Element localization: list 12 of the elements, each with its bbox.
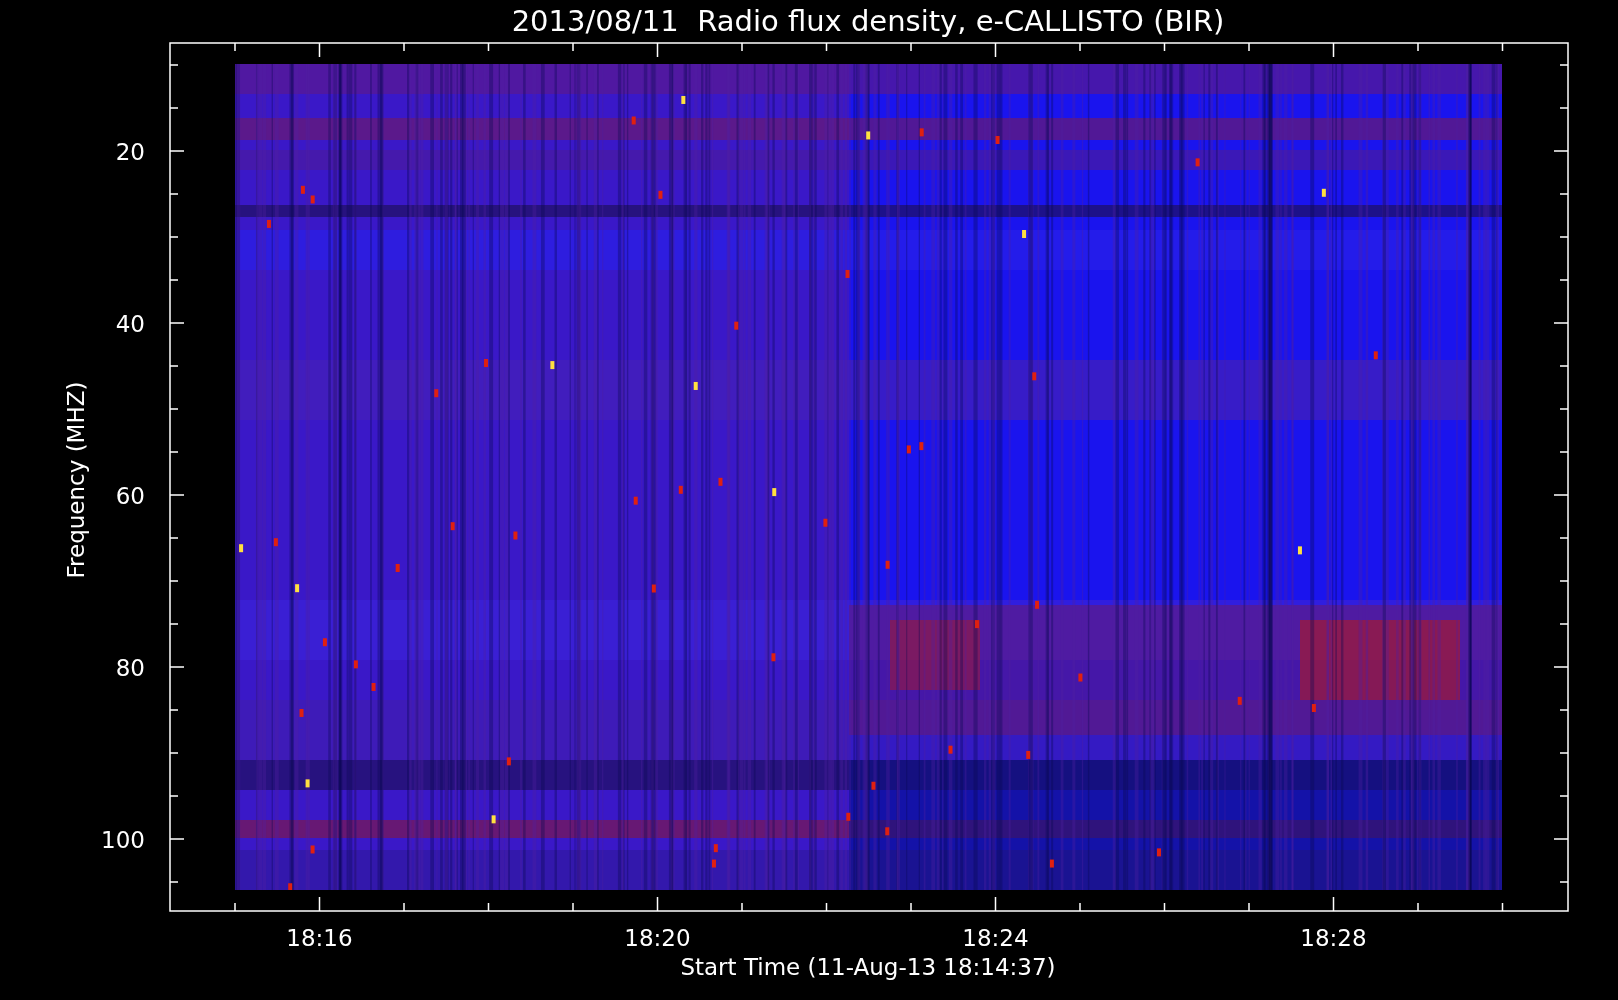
x-tick-label: 18:16 bbox=[286, 925, 353, 951]
x-axis-label: Start Time (11-Aug-13 18:14:37) bbox=[680, 954, 1056, 980]
x-tick-label: 18:24 bbox=[962, 925, 1029, 951]
y-tick-label: 40 bbox=[115, 311, 145, 337]
y-axis-label: Frequency (MHZ) bbox=[63, 381, 89, 579]
y-tick-label: 20 bbox=[115, 139, 145, 165]
y-tick-label: 100 bbox=[101, 827, 145, 853]
x-tick-label: 18:28 bbox=[1300, 925, 1367, 951]
x-tick-label: 18:20 bbox=[624, 925, 691, 951]
chart-title: 2013/08/11 Radio flux density, e-CALLISTO (BIR) bbox=[511, 4, 1225, 38]
y-tick-label: 80 bbox=[115, 655, 145, 681]
y-tick-label: 60 bbox=[115, 483, 145, 509]
